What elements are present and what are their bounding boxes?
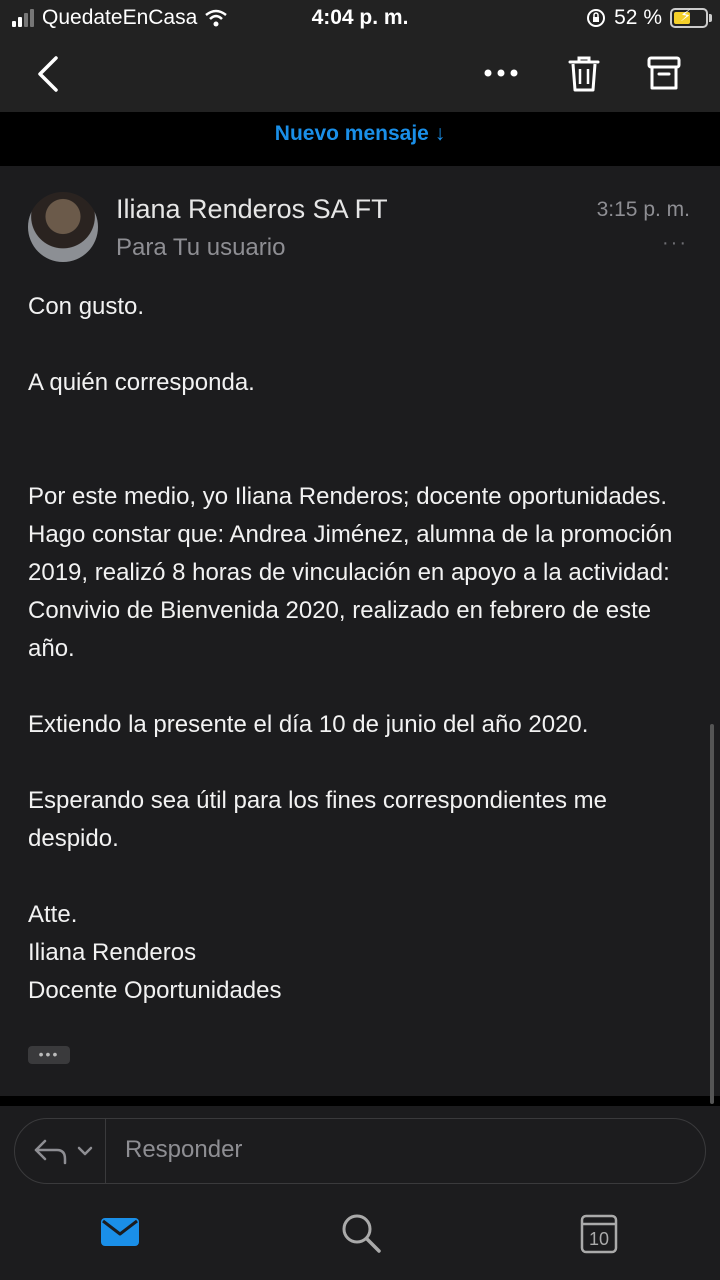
body-line: Con gusto. [28, 293, 145, 320]
reply-field[interactable]: Responder [14, 1118, 706, 1184]
reply-placeholder[interactable]: Responder [125, 1136, 242, 1164]
bottom-bar: Responder 10 [0, 1106, 720, 1280]
reply-icon[interactable] [33, 1137, 95, 1167]
body-line: Iliana Renderos [28, 939, 197, 966]
message-time: 3:15 p. m. [596, 198, 690, 221]
body-line: Atte. [28, 901, 78, 928]
body-line: Extiendo la presente el día 10 de junio … [28, 711, 589, 738]
body-line: Docente Oportunidades [28, 977, 282, 1004]
new-message-banner[interactable]: Nuevo mensaje ↓ [0, 112, 720, 166]
archive-icon[interactable] [646, 54, 682, 94]
status-right: 52 % ⚡ [586, 6, 712, 30]
rotation-lock-icon [587, 9, 606, 27]
battery-percent: 52 % [614, 6, 662, 29]
body-paragraph: Esperando sea útil para los fines corres… [28, 787, 607, 852]
trash-icon[interactable] [566, 54, 602, 94]
calendar-tab[interactable]: 10 [580, 1212, 618, 1254]
battery-icon: ⚡ [670, 8, 712, 28]
mail-icon[interactable] [100, 1216, 140, 1248]
calendar-day: 10 [588, 1229, 610, 1249]
body-line: A quién corresponda. [28, 369, 255, 396]
sender-name[interactable]: Iliana Renderos SA FT [116, 194, 388, 225]
body-paragraph: Por este medio, yo Iliana Renderos; doce… [28, 483, 673, 662]
scrollbar[interactable] [710, 724, 714, 1104]
more-icon[interactable] [482, 66, 522, 80]
recipient-line[interactable]: Para Tu usuario [116, 234, 285, 262]
back-icon[interactable] [34, 54, 62, 94]
show-quoted-button[interactable]: ••• [28, 1046, 70, 1064]
reply-divider [105, 1119, 106, 1183]
message-view: Iliana Renderos SA FT Para Tu usuario 3:… [0, 166, 720, 1104]
message-body: Con gusto. A quién corresponda. Por este… [28, 288, 678, 1010]
search-icon[interactable] [340, 1212, 382, 1254]
status-bar: QuedateEnCasa 4:04 p. m. 52 % ⚡ [0, 0, 720, 36]
message-more-icon[interactable]: ··· [662, 232, 688, 255]
nav-bar [0, 36, 720, 112]
avatar[interactable] [28, 192, 98, 262]
